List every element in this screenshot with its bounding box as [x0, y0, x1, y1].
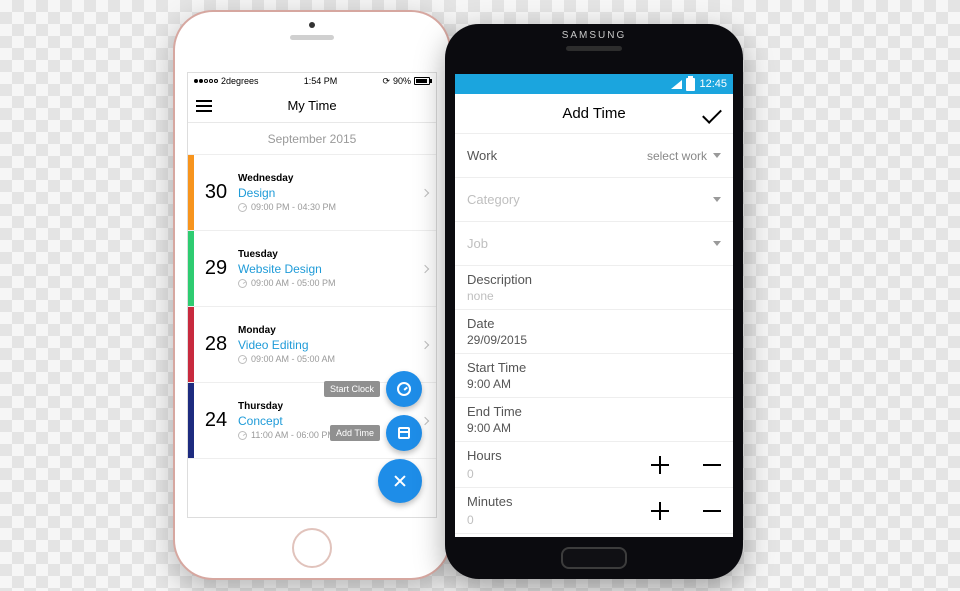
end-time-value: 9:00 AM	[467, 421, 721, 435]
carrier-label: 2degrees	[221, 76, 259, 86]
entry-day: 29	[194, 231, 238, 306]
iphone-body: 2degrees 1:54 PM ⟳ 90% My Time September…	[175, 12, 449, 578]
date-value: 29/09/2015	[467, 333, 721, 347]
work-select-value: select work	[647, 149, 707, 163]
signal-dots-icon	[194, 79, 218, 83]
entry-weekday: Tuesday	[238, 249, 418, 260]
entry-day: 30	[194, 155, 238, 230]
start-time-value: 9:00 AM	[467, 377, 721, 391]
fab-label-add-time: Add Time	[330, 425, 380, 441]
rotation-lock-icon: ⟳	[382, 76, 390, 87]
iphone-speaker	[290, 35, 334, 40]
minutes-minus-button[interactable]	[703, 502, 721, 520]
hours-label: Hours	[467, 448, 502, 463]
entry-time: 09:00 PM - 04:30 PM	[251, 202, 336, 212]
work-label: Work	[467, 148, 497, 163]
job-label: Job	[467, 236, 488, 251]
hours-minus-button[interactable]	[703, 456, 721, 474]
clock-icon	[238, 203, 247, 212]
entry-task: Video Editing	[238, 338, 418, 352]
app-header: My Time	[188, 89, 436, 123]
iphone-device-frame: 2degrees 1:54 PM ⟳ 90% My Time September…	[173, 10, 451, 580]
chevron-down-icon	[713, 241, 721, 246]
minutes-field: Minutes 0	[455, 488, 733, 534]
start-clock-button[interactable]	[386, 371, 422, 407]
signal-icon	[671, 80, 682, 89]
minutes-label: Minutes	[467, 494, 513, 509]
fab-close-button[interactable]	[378, 459, 422, 503]
samsung-device-frame: SAMSUNG 12:45 Add Time Work select work …	[445, 24, 743, 579]
description-value: none	[467, 289, 721, 303]
entry-time: 09:00 AM - 05:00 PM	[251, 278, 336, 288]
work-field[interactable]: Work select work	[455, 134, 733, 178]
job-field[interactable]: Job	[455, 222, 733, 266]
entry-task: Website Design	[238, 262, 418, 276]
ios-status-bar: 2degrees 1:54 PM ⟳ 90%	[188, 73, 436, 89]
calendar-icon	[398, 427, 410, 439]
page-title: My Time	[287, 98, 336, 113]
entry-time: 09:00 AM - 05:00 AM	[251, 354, 335, 364]
start-time-field[interactable]: Start Time 9:00 AM	[455, 354, 733, 398]
clock-icon	[238, 431, 247, 440]
samsung-logo: SAMSUNG	[562, 30, 627, 41]
hours-plus-button[interactable]	[651, 456, 669, 474]
chevron-down-icon	[713, 153, 721, 158]
app-header: Add Time	[455, 94, 733, 134]
date-label: Date	[467, 316, 721, 331]
iphone-home-button[interactable]	[292, 528, 332, 568]
description-label: Description	[467, 272, 721, 287]
hours-field: Hours 0	[455, 442, 733, 488]
date-field[interactable]: Date 29/09/2015	[455, 310, 733, 354]
clock-icon	[397, 382, 411, 396]
status-time: 1:54 PM	[304, 76, 338, 86]
fab-stack: Start Clock Add Time	[324, 371, 422, 503]
entry-weekday: Monday	[238, 325, 418, 336]
category-field[interactable]: Category	[455, 178, 733, 222]
minutes-value: 0	[467, 513, 513, 527]
start-time-label: Start Time	[467, 360, 721, 375]
entry-day: 28	[194, 307, 238, 382]
entry-day: 24	[194, 383, 238, 458]
clock-icon	[238, 355, 247, 364]
entry-task: Design	[238, 186, 418, 200]
minutes-plus-button[interactable]	[651, 502, 669, 520]
status-time: 12:45	[699, 78, 727, 90]
battery-icon	[686, 78, 695, 91]
confirm-button[interactable]	[702, 104, 722, 124]
iphone-camera-dot	[309, 22, 315, 28]
close-icon	[393, 474, 407, 488]
time-entry[interactable]: 29 Tuesday Website Design 09:00 AM - 05:…	[188, 231, 436, 307]
month-label: September 2015	[188, 123, 436, 155]
android-status-bar: 12:45	[455, 74, 733, 94]
category-label: Category	[467, 192, 520, 207]
hours-value: 0	[467, 467, 502, 481]
samsung-screen: 12:45 Add Time Work select work Category…	[455, 74, 733, 537]
battery-pct: 90%	[393, 76, 411, 86]
time-entry[interactable]: 30 Wednesday Design 09:00 PM - 04:30 PM	[188, 155, 436, 231]
clock-icon	[238, 279, 247, 288]
page-title: Add Time	[562, 105, 625, 122]
samsung-home-button[interactable]	[561, 547, 627, 569]
add-time-button[interactable]	[386, 415, 422, 451]
fab-label-start-clock: Start Clock	[324, 381, 380, 397]
end-time-field[interactable]: End Time 9:00 AM	[455, 398, 733, 442]
iphone-screen: 2degrees 1:54 PM ⟳ 90% My Time September…	[187, 72, 437, 518]
entry-time: 11:00 AM - 06:00 PM	[251, 430, 335, 440]
entry-weekday: Wednesday	[238, 173, 418, 184]
menu-icon[interactable]	[196, 100, 212, 112]
samsung-speaker	[566, 46, 622, 51]
battery-icon	[414, 77, 430, 85]
chevron-down-icon	[713, 197, 721, 202]
description-field[interactable]: Description none	[455, 266, 733, 310]
end-time-label: End Time	[467, 404, 721, 419]
